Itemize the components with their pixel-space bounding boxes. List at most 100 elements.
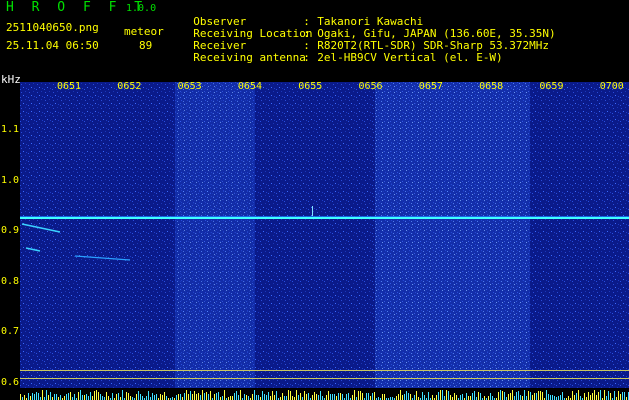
histogram-bar [456,395,457,400]
time-tick-label: 0657 [418,81,443,92]
histogram-bar [188,394,189,400]
histogram-bar [622,392,623,400]
histogram-bar [320,391,321,400]
histogram-bar [450,395,451,400]
histogram-bar [80,390,81,400]
histogram-bar [428,392,429,400]
histogram-bar [610,393,611,400]
histogram-bar [608,391,609,400]
histogram-bar [312,395,313,400]
histogram-bar [562,392,563,400]
histogram-bar [64,396,65,400]
histogram-bar [568,396,569,400]
app-version: 1.0.0 [126,3,157,14]
histogram-bar [56,394,57,400]
grid-line [20,370,629,371]
histogram-bar [142,396,143,400]
timestamp: 25.11.04 06:50 [6,39,99,52]
histogram-bar [194,391,195,400]
histogram-bar [584,393,585,400]
frequency-tick-label: 0.7 [1,326,20,337]
histogram-bar [126,392,127,400]
time-tick-label: 0654 [237,81,262,92]
histogram-bar [460,395,461,400]
histogram-bar [28,393,29,400]
histogram-bar [382,394,383,400]
histogram-bar [300,393,301,400]
histogram-bar [552,395,553,400]
histogram-bar [234,393,235,400]
histogram-bar [510,393,511,400]
histogram-bar [588,392,589,400]
histogram-bar [74,394,75,400]
histogram-bar [384,394,385,400]
histogram-bar [70,392,71,400]
meteor-label: meteor [124,25,164,38]
histogram-bar [20,394,21,400]
histogram-bar [284,396,285,400]
histogram-bar [186,390,187,400]
histogram-bar [272,391,273,400]
histogram-bar [516,392,517,400]
histogram-bar [432,395,433,400]
histogram-bar [306,394,307,400]
histogram-bar [152,393,153,400]
histogram-bar [198,393,199,400]
histogram-bar [360,391,361,400]
histogram-bar [200,395,201,400]
histogram-bar [334,394,335,400]
histogram-bar [530,392,531,400]
histogram-bar [330,394,331,400]
histogram-bar [42,390,43,400]
histogram-bar [38,393,39,400]
histogram-bar [148,391,149,400]
histogram-bar [348,393,349,400]
histogram-bar [416,391,417,400]
histogram-bar [468,396,469,400]
frequency-tick-label: 0.6 [1,376,20,388]
histogram-bar [508,394,509,400]
histogram-bar [414,395,415,400]
histogram-bar [256,395,257,400]
histogram-bar [462,394,463,400]
time-tick-label: 0653 [177,81,202,92]
histogram-bar [322,396,323,400]
histogram-bar [192,394,193,400]
histogram-bar [94,391,95,400]
histogram-bar [546,390,547,400]
histogram-bar [540,391,541,400]
histogram-bar [532,395,533,400]
histogram-bar [98,392,99,400]
frequency-tick-label: 0.8 [1,275,20,287]
histogram-bar [518,391,519,400]
histogram-bar [288,390,289,400]
info-value: 2el-HB9CV Vertical (el. E-W) [317,51,503,64]
histogram-bar [472,393,473,400]
histogram-bar [276,391,277,400]
histogram-bar [444,396,445,400]
carrier-line [20,217,629,219]
time-tick-label: 0659 [539,81,564,92]
histogram-bar [502,391,503,400]
histogram-bar [164,392,165,400]
histogram-bar [232,396,233,400]
histogram-bar [402,395,403,400]
histogram-bar [372,393,373,400]
histogram-bar [368,393,369,400]
histogram-bar [78,392,79,400]
histogram-bar [230,396,231,400]
histogram-bar [354,390,355,400]
histogram-bar [436,395,437,400]
histogram-bar [210,391,211,400]
histogram-bar [314,392,315,400]
histogram-bar [102,396,103,400]
histogram-bar [84,395,85,400]
histogram-bar [396,396,397,400]
histogram-bar [108,396,109,400]
histogram-bar [68,393,69,400]
frequency-tick-label: 0.9 [1,225,20,236]
histogram-bar [50,392,51,400]
histogram-bar [422,392,423,400]
histogram-bar [500,390,501,400]
histogram-bar [522,396,523,400]
